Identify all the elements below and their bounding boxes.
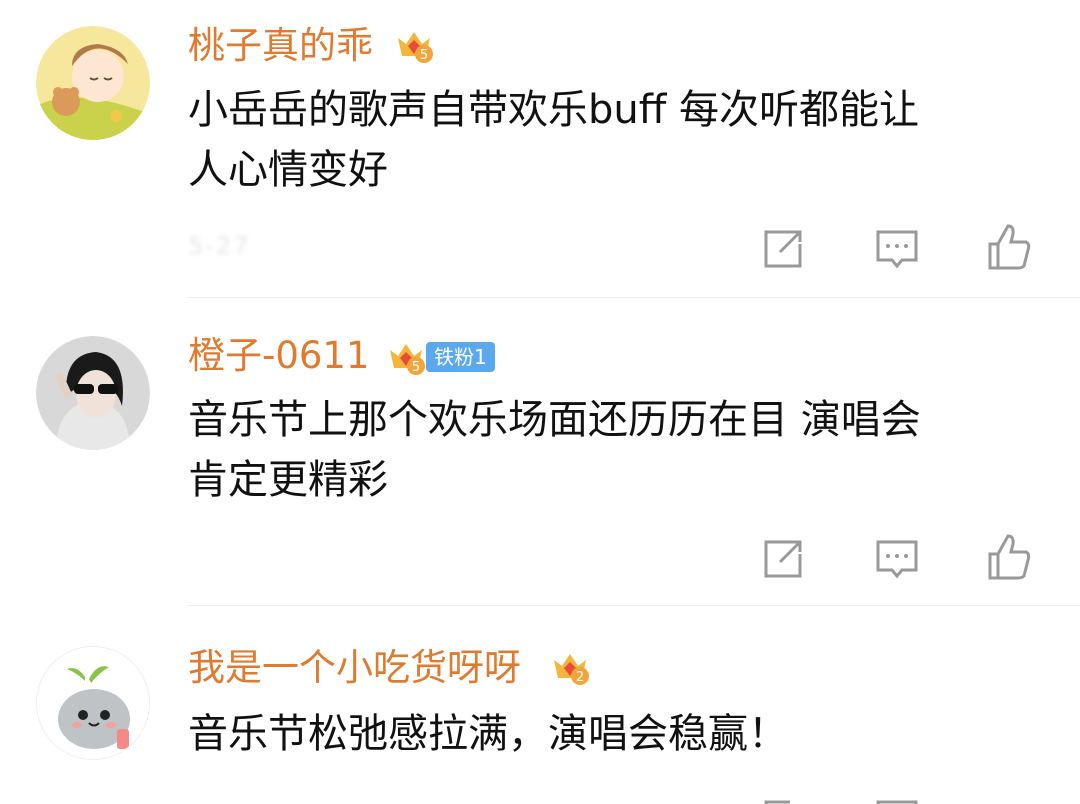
share-icon	[764, 800, 790, 804]
share-icon	[764, 230, 802, 268]
avatar[interactable]	[36, 26, 150, 140]
comment-item: 我是一个小吃货呀呀 2 音乐节松弛感拉满，演唱会稳赢！	[0, 608, 1080, 804]
svg-text:5: 5	[412, 360, 420, 375]
like-button[interactable]	[986, 532, 1032, 580]
share-button[interactable]	[760, 536, 806, 582]
crown-icon: 2	[550, 646, 590, 686]
username[interactable]: 我是一个小吃货呀呀	[188, 646, 521, 690]
comment-text-line: 音乐节松弛感拉满，演唱会稳赢！	[188, 711, 788, 757]
comment-text: 音乐节上那个欢乐场面还历历在目 演唱会 肯定更精彩	[188, 390, 1038, 510]
fan-badge: 铁粉1	[426, 342, 495, 372]
comment-item: 橙子-0611 5 铁粉1 音乐节上那个欢乐场面还历历在目 演唱会 肯定更精彩	[0, 300, 1080, 608]
like-icon	[988, 224, 1031, 270]
comment-text: 小岳岳的歌声自带欢乐buff 每次听都能让 人心情变好	[188, 80, 1038, 200]
comment-icon	[876, 540, 918, 579]
divider	[188, 297, 1080, 298]
comment-text-line: 肯定更精彩	[188, 457, 388, 503]
reply-button[interactable]	[874, 536, 920, 582]
like-button[interactable]	[986, 222, 1032, 270]
avatar[interactable]	[36, 646, 150, 760]
comment-text-line: 音乐节上那个欢乐场面还历历在目 演唱会	[188, 397, 921, 443]
username[interactable]: 橙子-0611	[188, 334, 370, 378]
divider	[188, 605, 1080, 606]
comment-text-line: 小岳岳的歌声自带欢乐buff 每次听都能让	[188, 87, 920, 133]
comment-text-line: 人心情变好	[188, 147, 388, 193]
comment-text: 音乐节松弛感拉满，演唱会稳赢！	[188, 704, 1038, 764]
comment-item: 桃子真的乖 5 小岳岳的歌声自带欢乐buff 每次听都能让 人心情变好 5-27	[0, 0, 1080, 300]
crown-icon: 5	[386, 336, 426, 376]
crown-icon: 5	[394, 24, 434, 64]
reply-button[interactable]	[874, 226, 920, 272]
svg-text:5: 5	[420, 48, 428, 63]
comment-icon	[876, 230, 918, 269]
avatar[interactable]	[36, 336, 150, 450]
like-icon	[988, 534, 1031, 580]
comment-icon	[876, 800, 918, 804]
svg-text:2: 2	[576, 670, 584, 685]
share-button[interactable]	[760, 796, 806, 804]
share-icon	[764, 540, 802, 578]
share-button[interactable]	[760, 226, 806, 272]
comment-time: 5-27	[188, 232, 251, 260]
username[interactable]: 桃子真的乖	[188, 24, 373, 68]
reply-button[interactable]	[874, 796, 920, 804]
